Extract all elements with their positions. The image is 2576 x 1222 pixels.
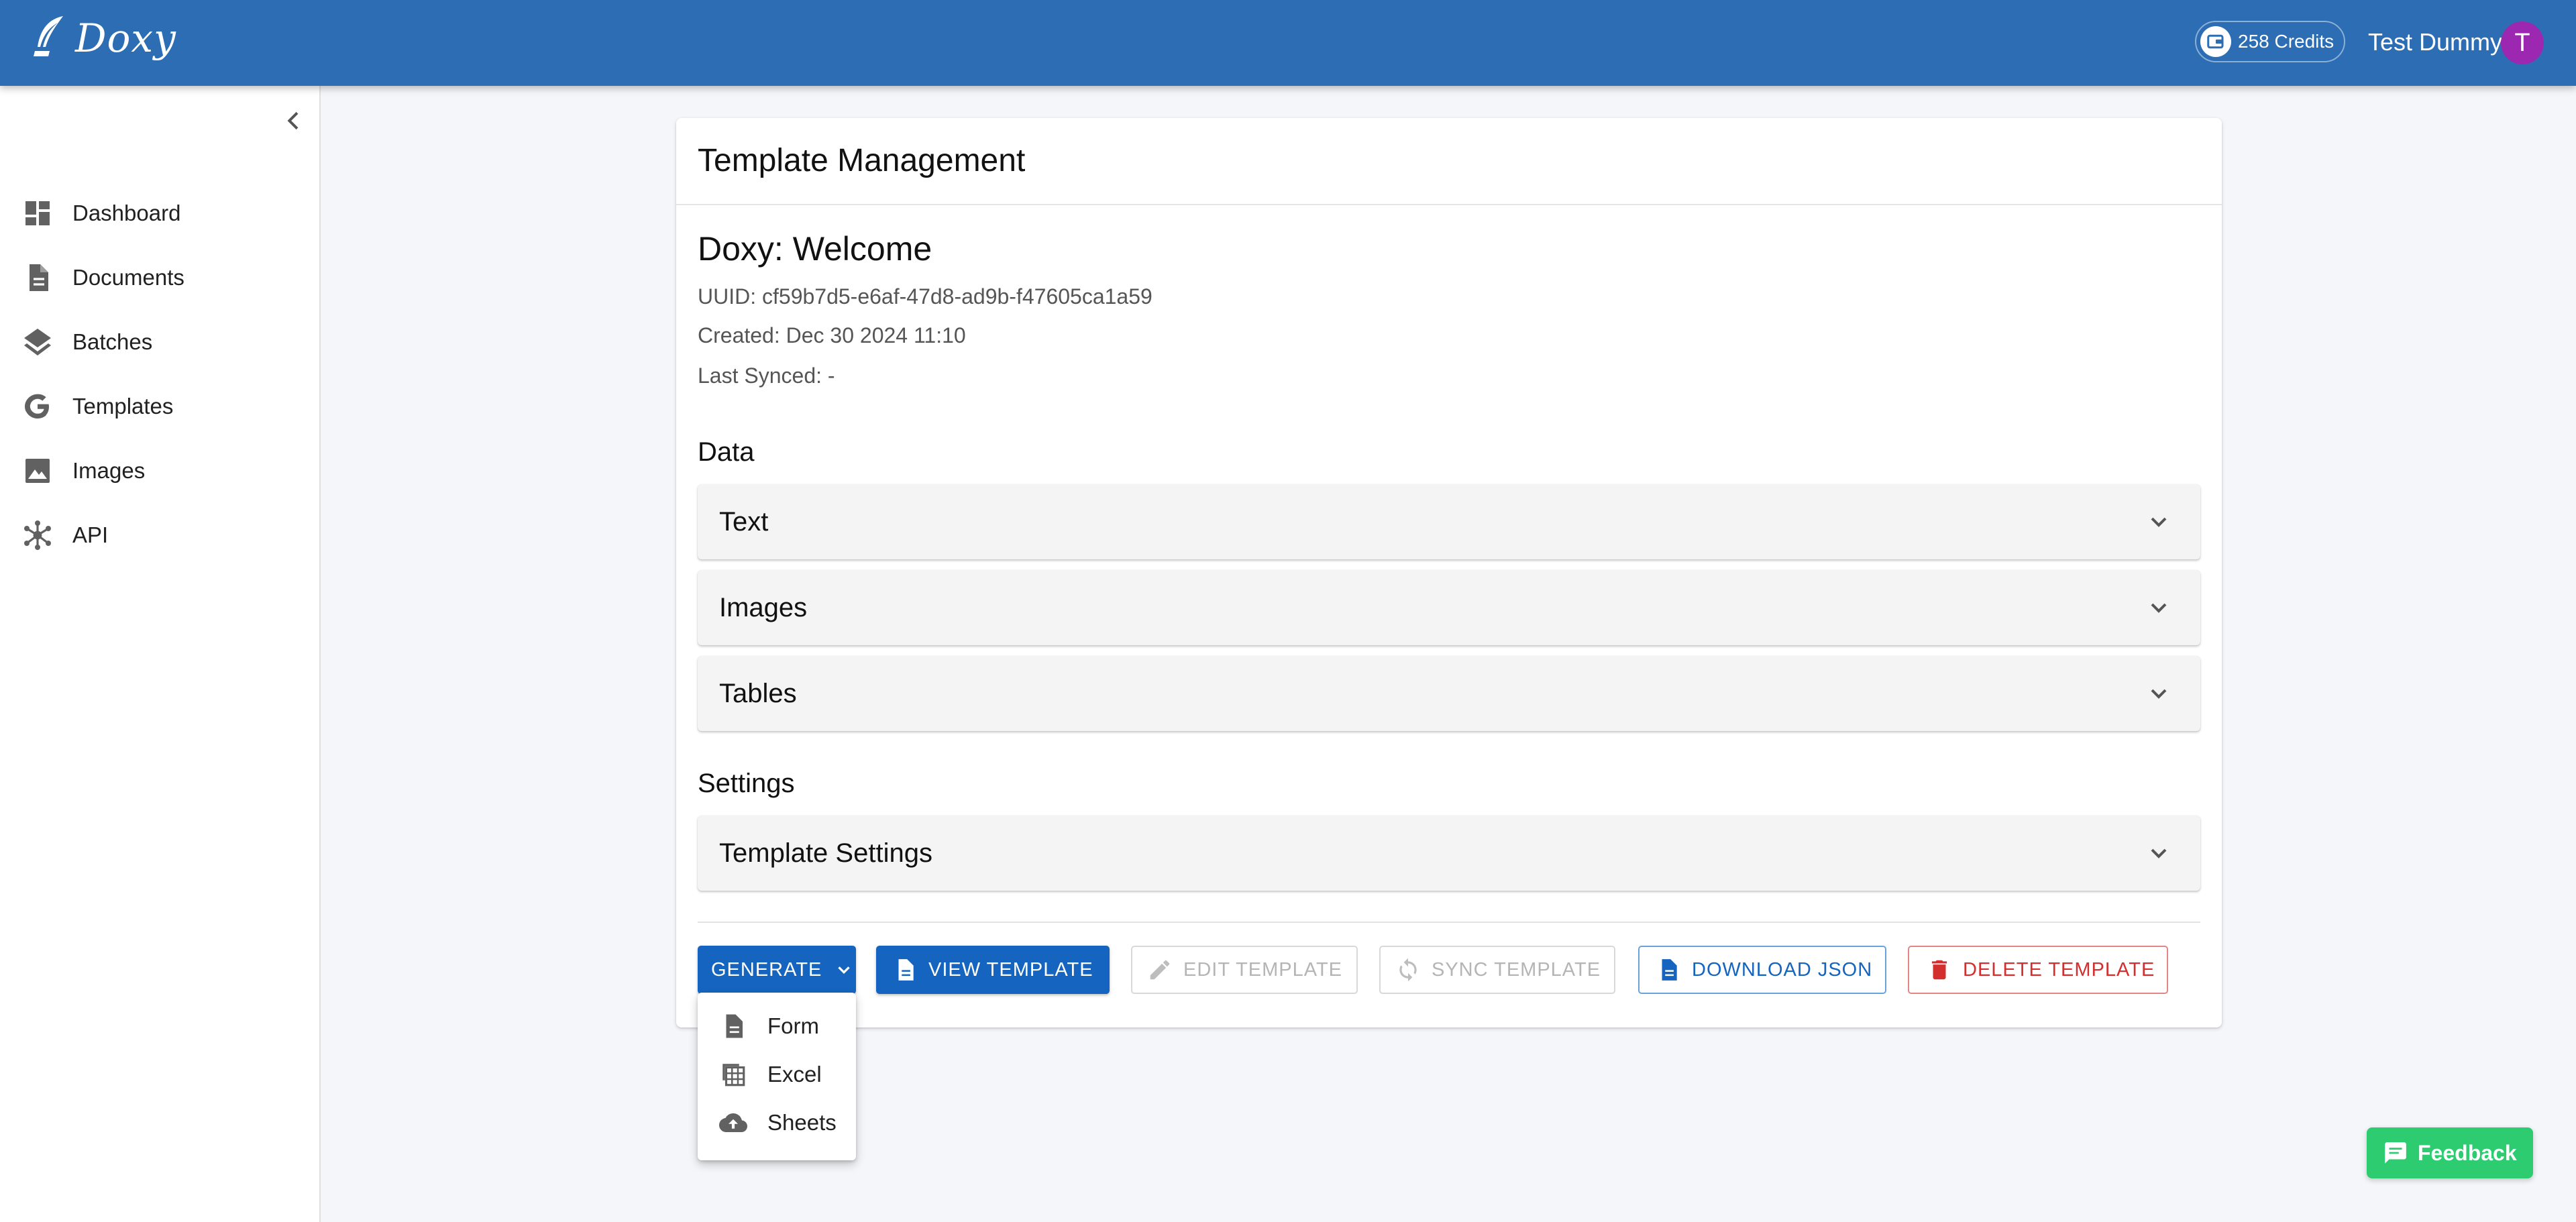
logo[interactable]: Doxy bbox=[31, 15, 176, 62]
sidebar-item-batches[interactable]: Batches bbox=[0, 310, 319, 374]
sync-template-label: SYNC TEMPLATE bbox=[1432, 958, 1601, 981]
trash-icon bbox=[1931, 960, 1947, 980]
hub-icon bbox=[24, 520, 51, 550]
menu-item-excel[interactable]: Excel bbox=[698, 1050, 856, 1099]
chevron-down-icon bbox=[838, 966, 851, 975]
dashboard-icon bbox=[25, 201, 50, 225]
edit-template-button[interactable]: EDIT TEMPLATE bbox=[1131, 946, 1358, 994]
spreadsheet-icon bbox=[722, 1064, 745, 1087]
logo-text: Doxy bbox=[75, 15, 176, 61]
generate-button[interactable]: GENERATE bbox=[698, 946, 856, 994]
pencil-icon bbox=[1150, 960, 1170, 980]
document-icon bbox=[726, 1014, 743, 1038]
sidebar-item-images[interactable]: Images bbox=[0, 439, 319, 503]
generate-label: GENERATE bbox=[711, 958, 822, 981]
template-name: Doxy: Welcome bbox=[698, 230, 932, 268]
document-icon bbox=[898, 959, 914, 981]
sidebar-item-documents[interactable]: Documents bbox=[0, 245, 319, 310]
sidebar-item-api[interactable]: API bbox=[0, 503, 319, 567]
delete-template-label: DELETE TEMPLATE bbox=[1963, 958, 2155, 981]
feedback-label: Feedback bbox=[2418, 1140, 2517, 1165]
wallet-icon bbox=[2200, 26, 2231, 57]
page-title: Template Management bbox=[698, 143, 1026, 178]
menu-item-label: Sheets bbox=[767, 1110, 837, 1135]
accordion-tables[interactable]: Tables bbox=[698, 656, 2200, 731]
sync-icon bbox=[1399, 958, 1417, 982]
divider bbox=[698, 922, 2200, 923]
credits-label: 258 Credits bbox=[2238, 31, 2334, 52]
menu-item-label: Excel bbox=[767, 1062, 822, 1087]
chevron-down-icon bbox=[2151, 848, 2167, 858]
document-icon bbox=[1662, 959, 1677, 981]
download-json-label: DOWNLOAD JSON bbox=[1692, 958, 1873, 981]
image-icon bbox=[25, 459, 50, 483]
sidebar-item-label: API bbox=[72, 522, 109, 547]
view-template-label: VIEW TEMPLATE bbox=[928, 958, 1093, 981]
google-icon bbox=[25, 394, 49, 419]
sidebar-item-label: Templates bbox=[72, 394, 174, 419]
sidebar: Dashboard Documents Batches Templates Im… bbox=[0, 86, 321, 1222]
user-name[interactable]: Test Dummy bbox=[2368, 28, 2502, 56]
sidebar-item-dashboard[interactable]: Dashboard bbox=[0, 181, 319, 245]
accordion-label: Template Settings bbox=[719, 838, 932, 868]
accordion-template-settings[interactable]: Template Settings bbox=[698, 816, 2200, 891]
download-json-button[interactable]: DOWNLOAD JSON bbox=[1638, 946, 1886, 994]
data-section-heading: Data bbox=[698, 437, 755, 467]
template-last-synced: Last Synced: - bbox=[698, 364, 835, 388]
feedback-button[interactable]: Feedback bbox=[2367, 1127, 2533, 1178]
menu-item-form[interactable]: Form bbox=[698, 1002, 856, 1050]
template-uuid: UUID: cf59b7d5-e6af-47d8-ad9b-f47605ca1a… bbox=[698, 284, 1152, 309]
accordion-label: Tables bbox=[719, 679, 797, 708]
sidebar-item-templates[interactable]: Templates bbox=[0, 374, 319, 439]
accordion-label: Images bbox=[719, 593, 808, 622]
app-bar: Doxy 258 Credits Test Dummy T bbox=[0, 0, 2576, 86]
layers-icon bbox=[24, 329, 51, 355]
document-icon bbox=[30, 264, 48, 291]
chevron-down-icon bbox=[2151, 603, 2167, 613]
accordion-text[interactable]: Text bbox=[698, 484, 2200, 559]
template-management-card: Template Management Doxy: Welcome UUID: … bbox=[676, 118, 2222, 1027]
menu-item-sheets[interactable]: Sheets bbox=[698, 1099, 856, 1147]
chevron-down-icon bbox=[2151, 517, 2167, 527]
quill-icon bbox=[34, 16, 63, 56]
template-created: Created: Dec 30 2024 11:10 bbox=[698, 323, 966, 347]
chevron-down-icon bbox=[2151, 689, 2167, 699]
sidebar-item-label: Images bbox=[72, 458, 146, 483]
edit-template-label: EDIT TEMPLATE bbox=[1183, 958, 1342, 981]
sidebar-item-label: Dashboard bbox=[72, 201, 181, 225]
sidebar-item-label: Documents bbox=[72, 265, 184, 290]
delete-template-button[interactable]: DELETE TEMPLATE bbox=[1908, 946, 2168, 994]
cloud-upload-icon bbox=[719, 1113, 747, 1132]
sync-template-button[interactable]: SYNC TEMPLATE bbox=[1379, 946, 1615, 994]
settings-section-heading: Settings bbox=[698, 769, 795, 798]
view-template-button[interactable]: VIEW TEMPLATE bbox=[876, 946, 1110, 994]
divider bbox=[676, 204, 2222, 205]
chevron-left-icon[interactable] bbox=[280, 107, 307, 134]
sidebar-item-label: Batches bbox=[72, 329, 153, 354]
menu-item-label: Form bbox=[767, 1013, 819, 1038]
accordion-images[interactable]: Images bbox=[698, 570, 2200, 645]
credits-badge[interactable]: 258 Credits bbox=[2195, 21, 2345, 62]
generate-menu: Form Excel Sheets bbox=[698, 993, 856, 1160]
avatar[interactable]: T bbox=[2501, 21, 2544, 64]
accordion-label: Text bbox=[719, 507, 769, 537]
feedback-icon bbox=[2385, 1142, 2406, 1164]
